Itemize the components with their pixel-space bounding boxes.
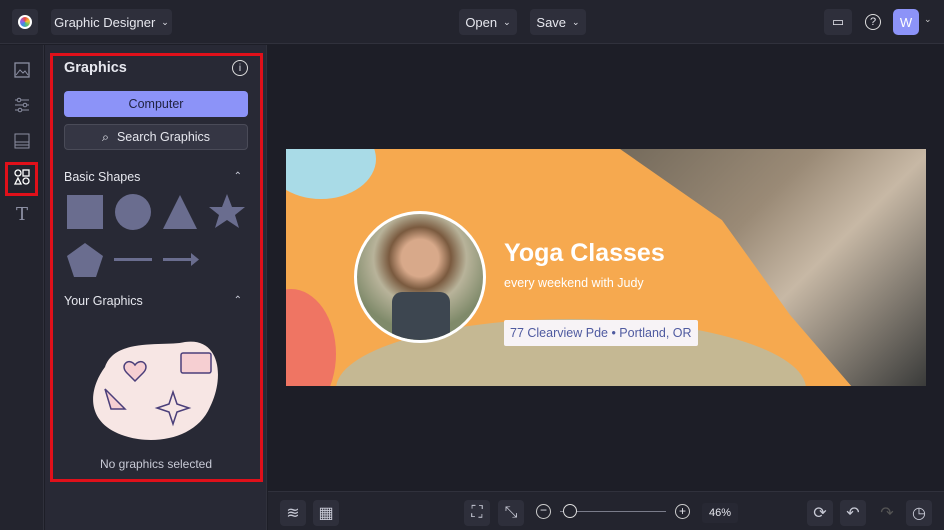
- history-icon: ◷: [912, 505, 926, 522]
- blue-blob: [286, 149, 376, 199]
- zoom-slider-handle[interactable]: [563, 504, 577, 518]
- image-icon[interactable]: [10, 58, 34, 82]
- chevron-down-icon: ⌄: [503, 16, 511, 27]
- adjustments-icon[interactable]: [10, 93, 34, 117]
- redo-button[interactable]: ↷: [874, 500, 900, 526]
- comments-button[interactable]: ▭: [824, 9, 852, 35]
- undo-icon: ↶: [846, 505, 860, 522]
- refresh-icon: ⟳: [813, 505, 827, 522]
- graphics-panel-highlight: [50, 53, 263, 482]
- collapse-icon: ⤡: [504, 504, 518, 521]
- save-button[interactable]: Save ⌄: [530, 9, 586, 35]
- help-icon: ?: [865, 14, 881, 30]
- chevron-down-icon: ⌄: [161, 16, 169, 27]
- comment-icon: ▭: [831, 14, 845, 29]
- app-logo[interactable]: [12, 9, 38, 35]
- open-button[interactable]: Open ⌄: [459, 9, 517, 35]
- profile-photo: [354, 211, 486, 343]
- design-canvas[interactable]: Yoga Classes every weekend with Judy 77 …: [286, 149, 926, 386]
- undo-button[interactable]: ↶: [840, 500, 866, 526]
- grid-button[interactable]: ▦: [313, 500, 339, 526]
- canvas-area: Yoga Classes every weekend with Judy 77 …: [268, 45, 944, 491]
- zoom-level[interactable]: 46%: [702, 503, 738, 523]
- layers-button[interactable]: ≋: [280, 500, 306, 526]
- zoom-out-icon[interactable]: −: [536, 504, 551, 519]
- design-subtitle: every weekend with Judy: [504, 276, 644, 290]
- tool-rail: T: [0, 45, 44, 530]
- shrink-button[interactable]: ⤡: [498, 500, 524, 526]
- grid-icon: ▦: [318, 505, 334, 522]
- graphics-tool-highlight: [5, 162, 38, 196]
- chevron-down-icon: ⌄: [572, 16, 580, 27]
- help-button[interactable]: ?: [859, 9, 887, 35]
- layers-icon: ≋: [286, 505, 300, 522]
- fit-screen-button[interactable]: ⛶: [464, 500, 490, 526]
- redo-icon: ↷: [880, 505, 894, 522]
- app-menu-label: Graphic Designer: [54, 14, 156, 30]
- bottom-toolbar: ≋ ▦ ⛶ ⤡ − + 46% ⟳ ↶ ↷ ◷: [268, 491, 944, 530]
- red-blob: [286, 289, 336, 386]
- zoom-slider[interactable]: [560, 504, 666, 518]
- chevron-down-icon[interactable]: ⌄: [924, 14, 932, 25]
- save-label: Save: [536, 14, 567, 30]
- app-menu-button[interactable]: Graphic Designer ⌄: [51, 9, 172, 35]
- refresh-button[interactable]: ⟳: [807, 500, 833, 526]
- open-label: Open: [465, 14, 498, 30]
- avatar-initial: W: [899, 14, 913, 30]
- avatar[interactable]: W: [893, 9, 919, 35]
- history-button[interactable]: ◷: [906, 500, 932, 526]
- layout-icon[interactable]: [10, 129, 34, 153]
- design-address: 77 Clearview Pde • Portland, OR: [504, 320, 698, 346]
- text-icon[interactable]: T: [10, 202, 34, 226]
- design-title: Yoga Classes: [504, 239, 665, 267]
- top-bar: Graphic Designer ⌄ Open ⌄ Save ⌄ ▭ ? W ⌄: [0, 0, 944, 44]
- expand-icon: ⛶: [471, 504, 483, 521]
- zoom-in-icon[interactable]: +: [675, 504, 690, 519]
